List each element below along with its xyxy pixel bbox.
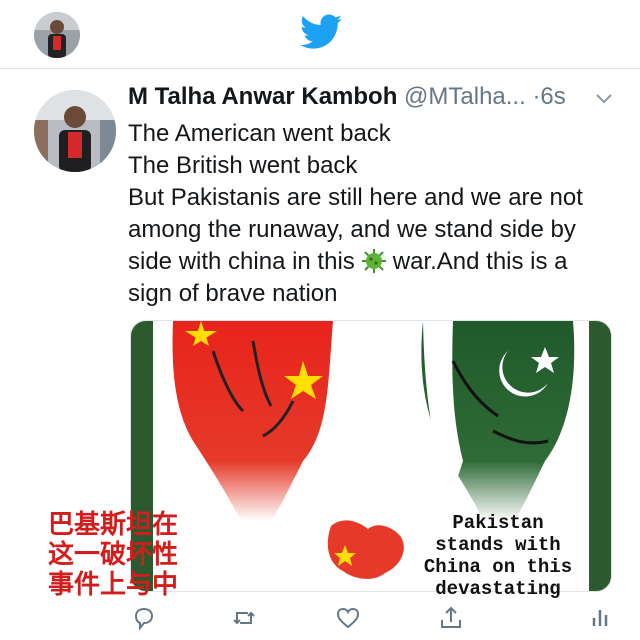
reply-icon[interactable] bbox=[130, 604, 158, 632]
tweet-text: The American went back The British went … bbox=[128, 118, 618, 310]
tweet-actions bbox=[0, 600, 640, 640]
virus-icon bbox=[361, 249, 386, 273]
share-icon[interactable] bbox=[437, 604, 465, 632]
tweet-header: M Talha Anwar Kamboh @MTalha... ·6s bbox=[128, 83, 628, 113]
media-chinese-caption: 巴基斯坦在 这一破坏性 事件上与中 bbox=[48, 510, 179, 600]
like-icon[interactable] bbox=[334, 604, 362, 632]
chevron-down-icon[interactable] bbox=[594, 92, 614, 106]
tweet-line: The British went back bbox=[128, 152, 358, 179]
top-bar bbox=[0, 0, 640, 69]
twitter-bird-icon bbox=[300, 14, 342, 49]
retweet-icon[interactable] bbox=[230, 604, 258, 632]
profile-avatar[interactable] bbox=[34, 12, 80, 58]
tweet-line: The American went back bbox=[128, 120, 391, 147]
author-handle[interactable]: @MTalha... bbox=[404, 83, 526, 110]
author-name[interactable]: M Talha Anwar Kamboh bbox=[128, 83, 397, 110]
author-avatar[interactable] bbox=[34, 90, 116, 172]
analytics-icon[interactable] bbox=[586, 604, 614, 632]
tweet-time[interactable]: ·6s bbox=[532, 83, 565, 110]
tweet-line: But Pakistanis are still here and we are… bbox=[128, 184, 583, 307]
media-english-caption: Pakistan stands with China on this devas… bbox=[423, 512, 573, 600]
